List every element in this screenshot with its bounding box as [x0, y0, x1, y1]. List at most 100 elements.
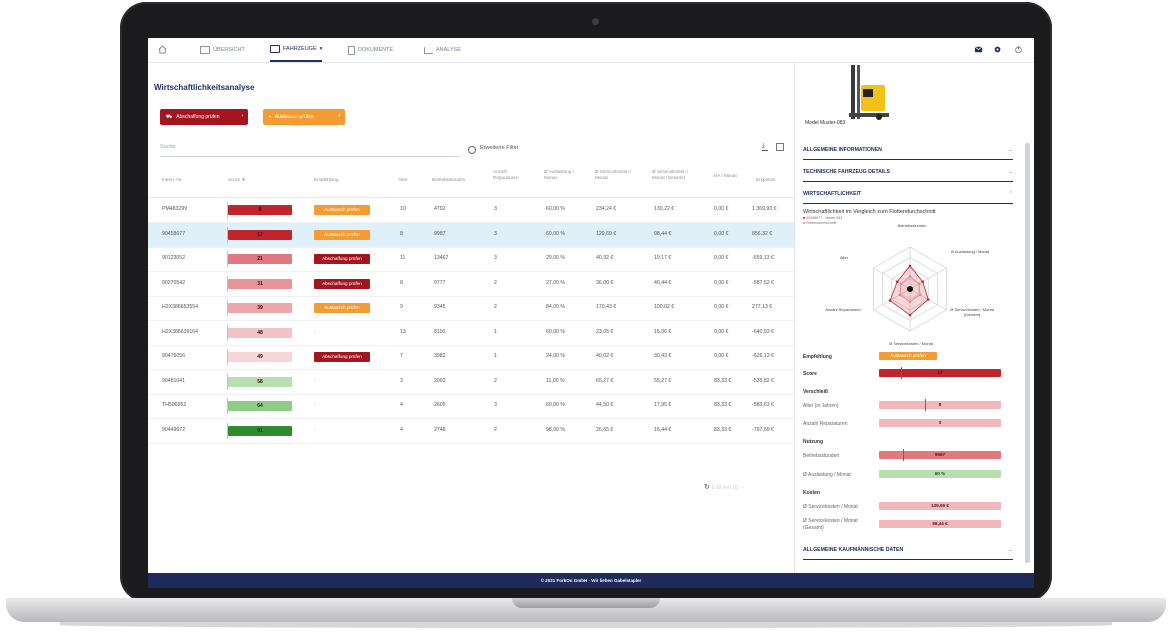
cell-alter: 3 — [400, 377, 403, 384]
col-service-costs[interactable]: Ø Servicekosten / Monat — [595, 169, 635, 181]
abschaffung-button-label: Abschaffung prüfen — [176, 114, 220, 120]
detail-scrollbar[interactable] — [1025, 143, 1030, 563]
mail-icon[interactable] — [974, 45, 983, 54]
recommendation-badge[interactable]: Abschaffung prüfen — [314, 352, 370, 362]
table-row[interactable]: 90270542 31 Abschaffung prüfen 8 9777 2 27,00 … — [148, 272, 794, 297]
radar-point — [917, 282, 921, 286]
col-utilization[interactable]: Ø Auslastung / Monat — [544, 169, 580, 181]
service-costs-label: Ø Servicekosten / Monat — [803, 504, 858, 510]
nav-overview[interactable]: ÜBERSICHT — [200, 38, 245, 62]
recommendation-badge[interactable]: Austausch prüfen — [314, 229, 370, 240]
section-economic[interactable]: WIRTSCHAFTLICHKEIT ⌃ — [803, 191, 1013, 204]
model-label: Model Muster-083 — [805, 120, 846, 126]
cell-savings: -626,13 € — [752, 353, 774, 359]
cell-repairs: 2 — [494, 426, 497, 433]
cell-hours: 2092 — [434, 377, 446, 384]
col-hours[interactable]: Betriebsstunden — [432, 177, 465, 183]
refresh-icon[interactable]: ↻ — [704, 484, 710, 491]
cell-afa: 83,33 € — [714, 402, 732, 408]
nav-vehicles[interactable]: FAHRZEUGE ▾ — [270, 38, 323, 62]
col-recommendation[interactable]: Empfehlung — [314, 177, 339, 183]
table-row[interactable]: 90458677 17 Austausch prüfen 8 9987 3 60,00 % 1… — [148, 222, 794, 248]
score-bar: 31 — [228, 278, 292, 289]
download-icon[interactable]: ⤓ — [762, 143, 768, 151]
cell-util: 98,00 % — [546, 426, 566, 433]
cell-savings: -535,82 € — [752, 377, 774, 384]
radar-point — [888, 299, 892, 302]
axis-label-utilization: Ø Auslastung / Monat — [950, 249, 990, 254]
score-value: 17 — [257, 231, 263, 238]
monitor-icon — [200, 46, 210, 54]
score-bar: 91 — [228, 425, 292, 436]
abschaffung-button[interactable]: ⛟ Abschaffung prüfen › — [160, 109, 248, 125]
score-bar: 64 — [228, 401, 292, 411]
advanced-filter-link[interactable]: Erweiterte Filter — [480, 145, 519, 151]
hours-label: Betriebsstunden — [803, 453, 840, 459]
nav-analysis[interactable]: ANALYSE — [424, 38, 461, 62]
cell-util: 60,00 % — [546, 402, 566, 408]
search-input[interactable]: Suche — [160, 144, 460, 157]
home-icon[interactable] — [158, 45, 167, 54]
utilization-bar: 60 % — [879, 470, 1001, 478]
austausch-button[interactable]: ▪ Austausch prüfen › — [263, 109, 345, 125]
cell-svc: 44,50 € — [596, 402, 614, 408]
chevron-down-icon: ⌄ — [1008, 169, 1013, 175]
recommendation-empty: - — [314, 402, 316, 408]
col-intern-nr[interactable]: Intern.-Nr. — [162, 177, 182, 183]
usage-group-label: Nutzung — [803, 439, 823, 445]
forklift-icon — [270, 45, 280, 53]
radar-chart-title: Wirtschaftlichkeit im Vergleich zum Flot… — [803, 209, 936, 215]
cell-afa: 0,00 € — [714, 304, 729, 310]
prev-page-button[interactable]: ‹ — [739, 485, 741, 491]
col-afa[interactable]: AfA / Monat — [713, 173, 737, 179]
section-technical-details[interactable]: TECHNISCHE FAHRZEUG DETAILS ⌄ — [803, 169, 1013, 182]
col-repairs[interactable]: Anzahl Reparaturen — [493, 169, 529, 181]
radar-point — [895, 280, 899, 283]
sort-down-icon: ▼ — [241, 177, 246, 182]
cell-svc-total: 130,22 € — [654, 206, 675, 212]
repairs-bar: 3 — [879, 419, 1001, 427]
cell-svc: 36,00 € — [596, 279, 614, 286]
table-row[interactable]: 90476056 49 Abschaffung prüfen 7 3982 1 24,00 … — [148, 345, 794, 370]
swap-icon: ▪ — [269, 114, 271, 120]
cell-svc-total: 16,44 € — [654, 426, 672, 433]
recommendation-badge[interactable]: Abschaffung prüfen — [314, 254, 370, 264]
columns-icon[interactable] — [776, 143, 784, 151]
score-value: 91 — [257, 427, 263, 434]
score-value: 31 — [257, 280, 263, 287]
cell-alter: 13 — [400, 328, 406, 335]
table-row[interactable]: PM483299 8 Austausch prüfen 10 4792 3 60,00 % 2… — [148, 198, 794, 223]
nav-documents[interactable]: DOKUMENTE — [348, 38, 393, 62]
cell-hours: 9777 — [434, 279, 446, 286]
axis-label-service-total: Ø Servicekosten / Monat (Gesamt) — [950, 307, 994, 317]
table-row[interactable]: H2X386653554 39 Austausch prüfen 9 9345 2 84,0… — [148, 296, 794, 321]
col-age[interactable]: Alter — [398, 177, 407, 183]
cell-afa: 0,00 € — [714, 255, 729, 261]
next-page-button[interactable]: › — [742, 485, 744, 491]
table-row[interactable]: 90123052 21 Abschaffung prüfen 11 13467 3 29,0… — [148, 247, 794, 272]
col-savings[interactable]: Ersparnis — [756, 177, 775, 183]
cell-alter: 4 — [400, 426, 403, 433]
hours-marker — [903, 449, 904, 461]
cell-afa: 0,00 € — [714, 353, 729, 359]
table-row[interactable]: 90449672 91 - 4 2748 2 98,00 % 26,65 € 16,44 € 83… — [148, 419, 794, 444]
cell-alter: 7 — [400, 353, 403, 359]
cell-intern-nr: TH506952 — [162, 402, 187, 408]
section-general-info[interactable]: ALLGEMEINE INFORMATIONEN ⌄ — [803, 147, 1013, 160]
recommendation-badge[interactable]: Abschaffung prüfen — [314, 278, 370, 289]
power-icon[interactable] — [1014, 45, 1023, 54]
cell-svc-total: 100,02 € — [654, 304, 675, 310]
table-row[interactable]: H2X386639164 48 - 13 8116 1 60,00 % 23,05 € 15,0… — [148, 321, 794, 346]
cell-savings: -640,93 € — [752, 328, 774, 335]
col-service-costs-total[interactable]: Ø Servicekosten / Monat (Gesamt) — [652, 169, 696, 181]
search-icon[interactable] — [468, 146, 476, 154]
gear-icon[interactable] — [993, 45, 1002, 54]
table-row[interactable]: TH506952 64 - 4 2605 3 60,00 % 44,50 € 17,95 € 83… — [148, 394, 794, 419]
col-score[interactable]: Score ▼ — [228, 177, 246, 183]
section-commercial-data[interactable]: ALLGEMEINE KAUFMÄNNISCHE DATEN ⌄ — [803, 547, 1013, 560]
recommendation-badge[interactable]: Austausch prüfen — [314, 205, 370, 215]
nav-overview-label: ÜBERSICHT — [213, 47, 245, 53]
recommendation-badge[interactable]: Austausch prüfen — [314, 303, 370, 313]
table-row[interactable]: 90481041 58 - 3 2092 2 11,00 % 65,27 € 55,27 € 83… — [148, 370, 794, 395]
chevron-right-icon: › — [338, 113, 340, 119]
